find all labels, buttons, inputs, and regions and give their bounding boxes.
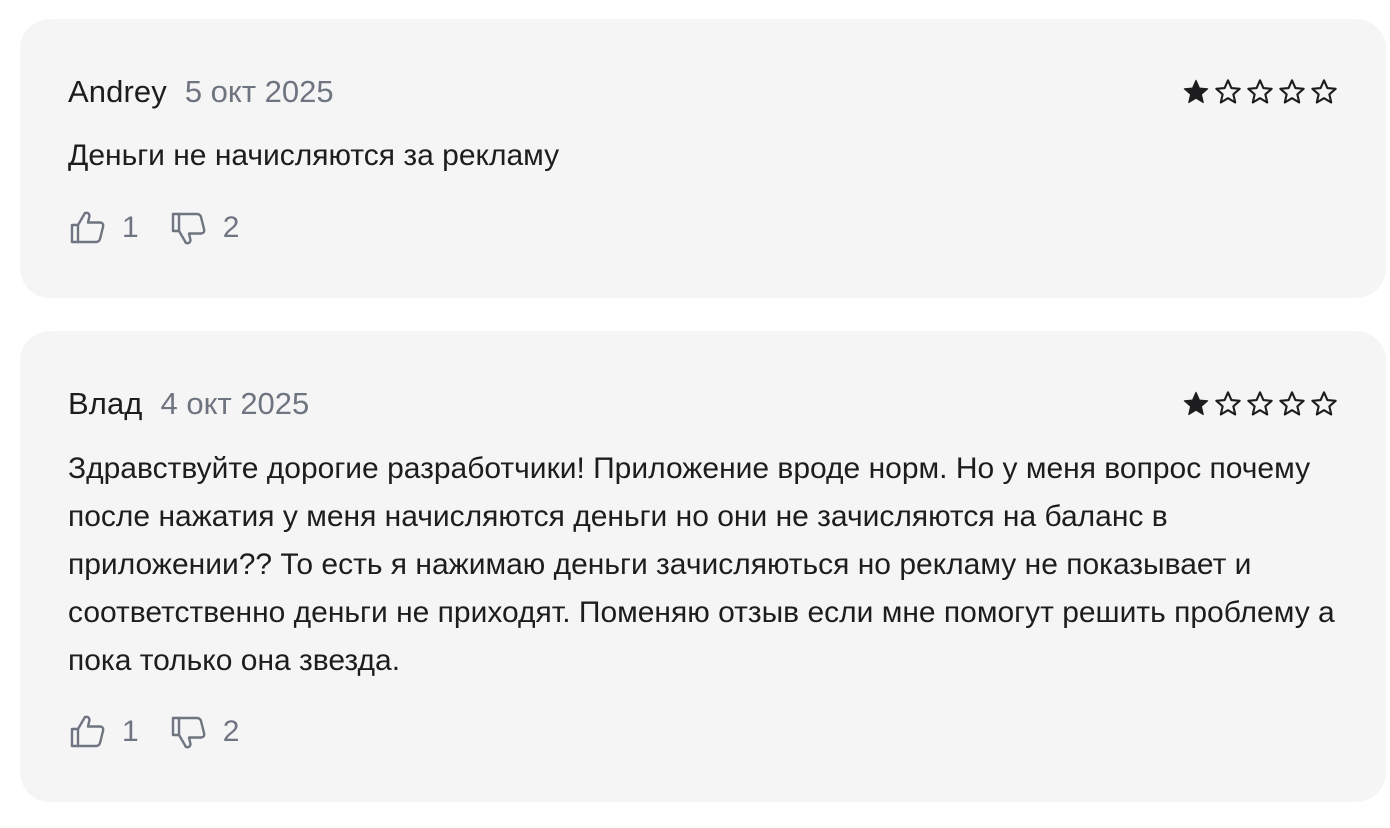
star-filled-icon xyxy=(1183,79,1209,104)
dislike-count: 2 xyxy=(222,211,240,244)
rating-stars xyxy=(1182,78,1338,106)
star-filled-icon xyxy=(1183,391,1209,416)
star-outline-icon xyxy=(1311,79,1337,104)
star-outline-icon xyxy=(1311,391,1337,416)
rating-stars xyxy=(1182,390,1338,418)
review-card: Влад 4 окт 2025 Здравствуйте дорогие раз… xyxy=(20,331,1386,802)
review-text: Деньги не начисляются за рекламу xyxy=(68,139,560,172)
review-header: Andrey 5 окт 2025 xyxy=(68,72,1338,112)
review-author: Andrey xyxy=(68,74,167,109)
like-count: 1 xyxy=(122,715,139,748)
like-button[interactable]: 1 xyxy=(68,712,139,752)
dislike-button[interactable]: 2 xyxy=(169,208,240,248)
star-outline-icon xyxy=(1247,391,1273,416)
review-header: Влад 4 окт 2025 xyxy=(68,384,1338,424)
thumbs-down-icon xyxy=(171,212,206,245)
star-outline-icon xyxy=(1215,391,1241,416)
star-outline-icon xyxy=(1279,79,1305,104)
like-button[interactable]: 1 xyxy=(68,208,139,248)
thumbs-up-icon xyxy=(70,715,105,748)
review-votes: 1 2 xyxy=(68,712,239,752)
star-outline-icon xyxy=(1247,79,1273,104)
review-text: Здравствуйте дорогие разработчики! Прило… xyxy=(68,452,1335,677)
like-count: 1 xyxy=(122,211,139,244)
review-card: Andrey 5 окт 2025 Деньги не начисляются … xyxy=(20,19,1386,298)
thumbs-down-icon xyxy=(171,716,206,749)
reviews-list: Andrey 5 окт 2025 Деньги не начисляются … xyxy=(0,0,1390,828)
thumbs-up-icon xyxy=(70,211,105,244)
review-author: Влад xyxy=(68,386,143,421)
review-date: 5 окт 2025 xyxy=(184,74,334,109)
review-date: 4 окт 2025 xyxy=(160,386,310,421)
star-outline-icon xyxy=(1215,79,1241,104)
dislike-button[interactable]: 2 xyxy=(169,712,240,752)
dislike-count: 2 xyxy=(222,715,240,748)
star-outline-icon xyxy=(1279,391,1305,416)
review-votes: 1 2 xyxy=(68,208,239,248)
